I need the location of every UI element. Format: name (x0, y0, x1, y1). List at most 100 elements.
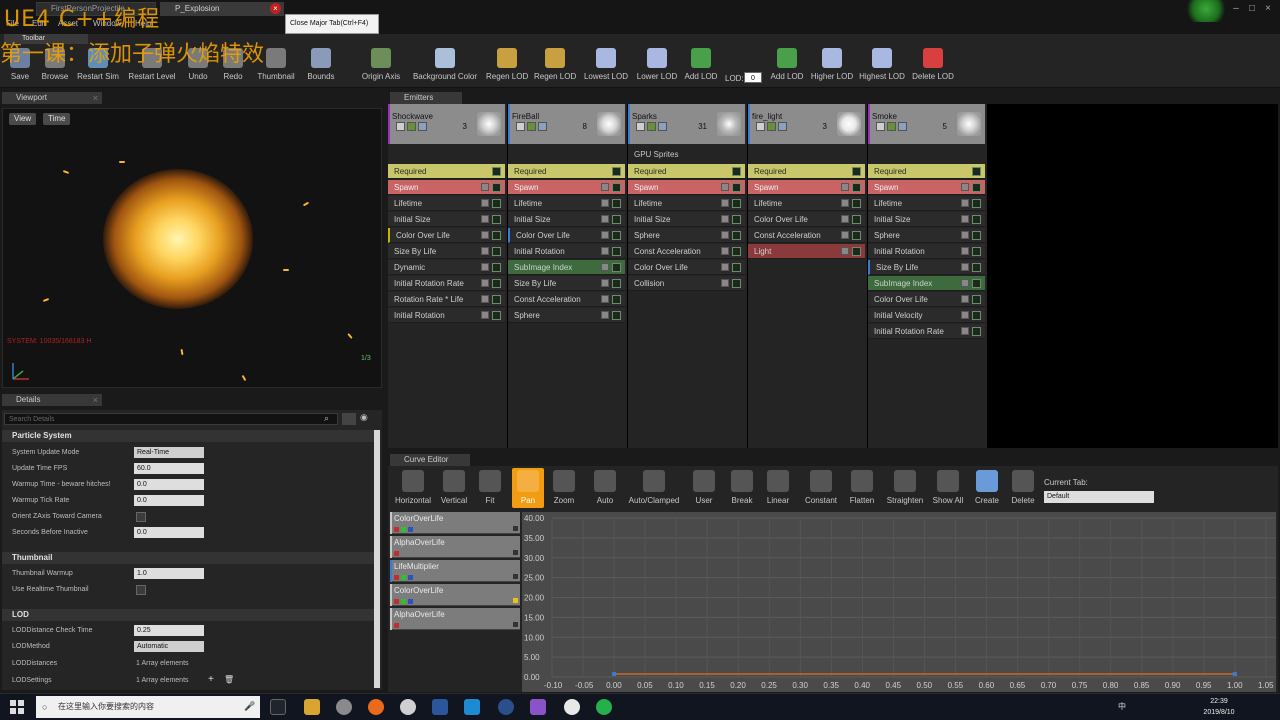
vertical-button[interactable]: Vertical (436, 468, 472, 508)
curve-toggle-icon[interactable] (852, 215, 861, 224)
current-tab-dropdown[interactable]: Default (1044, 491, 1154, 503)
curve-toggle-icon[interactable] (852, 247, 861, 256)
module-enable-checkbox[interactable] (601, 247, 609, 255)
curve-toggle-icon[interactable] (612, 215, 621, 224)
input-method-indicator[interactable]: 中 (1118, 701, 1126, 712)
curve-toggle-icon[interactable] (612, 167, 621, 176)
emitter-toggle-icon[interactable] (876, 122, 885, 131)
module-enable-checkbox[interactable] (601, 215, 609, 223)
curve-toggle-icon[interactable] (852, 167, 861, 176)
curve-toggle-icon[interactable] (732, 167, 741, 176)
emitter-module[interactable]: Initial Size (868, 212, 985, 227)
tab-details[interactable]: Details × (2, 394, 102, 406)
curve-graph[interactable]: 40.00 35.00 30.00 25.00 20.00 15.00 10.00 5.00 0… (522, 512, 1276, 692)
trash-icon[interactable]: 🗑 (224, 675, 234, 684)
emitter-module[interactable]: Const Acceleration (628, 244, 745, 259)
horizontal-button[interactable]: Horizontal (392, 468, 434, 508)
emitter-toggle-icon[interactable] (767, 122, 776, 131)
emitter-header[interactable]: Smoke 5 (868, 104, 985, 144)
emitter-module[interactable]: Lifetime (628, 196, 745, 211)
taskbar-search-input[interactable]: 在这里输入你要搜索的内容 (36, 696, 260, 718)
lod-field[interactable]: 0 (744, 72, 762, 83)
close-icon[interactable]: × (93, 92, 98, 104)
app-icon[interactable] (336, 699, 352, 715)
flatten-button[interactable]: Flatten (844, 468, 880, 508)
background-color-button[interactable]: Background Color (412, 46, 478, 86)
curve-toggle-icon[interactable] (972, 263, 981, 272)
emitter-module[interactable]: Initial Rotation (868, 244, 985, 259)
emitter-column[interactable]: Smoke 5 Required Spawn Lifetime Initial Size S… (868, 104, 987, 448)
curve-toggle-icon[interactable] (972, 167, 981, 176)
module-enable-checkbox[interactable] (961, 215, 969, 223)
module-enable-checkbox[interactable] (961, 199, 969, 207)
emitter-module[interactable]: Initial Size (508, 212, 625, 227)
app-icon[interactable] (464, 699, 480, 715)
close-window-icon[interactable]: × (1262, 3, 1274, 15)
emitter-module[interactable]: Lifetime (388, 196, 505, 211)
emitter-module[interactable]: Required (868, 164, 985, 179)
curve-visibility-toggle[interactable] (513, 526, 518, 531)
emitter-module[interactable]: Size By Life (388, 244, 505, 259)
curve-toggle-icon[interactable] (732, 279, 741, 288)
module-enable-checkbox[interactable] (601, 183, 609, 191)
emitter-toggle-icon[interactable] (756, 122, 765, 131)
emitter-module[interactable]: Lifetime (748, 196, 865, 211)
module-enable-checkbox[interactable] (601, 311, 609, 319)
emitter-module[interactable]: Collision (628, 276, 745, 291)
windows-start-icon[interactable] (10, 700, 24, 714)
thumbnail-warmup-field[interactable]: 1.0 (134, 568, 204, 579)
emitter-module[interactable]: Lifetime (508, 196, 625, 211)
unreal-engine-icon[interactable] (564, 699, 580, 715)
browser-icon[interactable] (368, 699, 384, 715)
emitter-module[interactable]: Color Over Life (508, 228, 625, 243)
module-enable-checkbox[interactable] (961, 327, 969, 335)
emitter-module[interactable]: Const Acceleration (748, 228, 865, 243)
time-button[interactable]: Time (43, 113, 71, 125)
emitter-toggle-icon[interactable] (516, 122, 525, 131)
curve-channel-swatch[interactable] (394, 575, 399, 580)
emitter-module[interactable]: Initial Velocity (868, 308, 985, 323)
create-button[interactable]: Create (972, 468, 1002, 508)
curve-toggle-icon[interactable] (492, 279, 501, 288)
emitter-module[interactable]: Color Over Life (628, 260, 745, 275)
module-enable-checkbox[interactable] (961, 231, 969, 239)
emitter-header[interactable]: fire_light 3 (748, 104, 865, 144)
module-enable-checkbox[interactable] (961, 311, 969, 319)
emitter-module[interactable]: Initial Size (628, 212, 745, 227)
curve-entry[interactable]: AlphaOverLife (390, 536, 520, 558)
wechat-icon[interactable] (596, 699, 612, 715)
add-lod-button[interactable]: Add LOD (768, 46, 806, 86)
tab-curve-editor[interactable]: Curve Editor (390, 454, 470, 466)
emitter-module[interactable]: Color Over Life (868, 292, 985, 307)
curve-entry[interactable]: AlphaOverLife (390, 608, 520, 630)
curve-channel-swatch[interactable] (408, 527, 413, 532)
emitter-module[interactable]: Color Over Life (748, 212, 865, 227)
module-enable-checkbox[interactable] (721, 183, 729, 191)
emitter-module[interactable]: Lifetime (868, 196, 985, 211)
module-enable-checkbox[interactable] (961, 263, 969, 271)
emitter-module[interactable]: Spawn (748, 180, 865, 195)
auto-button[interactable]: Auto (588, 468, 622, 508)
auto-clamped-button[interactable]: Auto/Clamped (624, 468, 684, 508)
tab-emitters[interactable]: Emitters (390, 92, 462, 104)
curve-toggle-icon[interactable] (612, 311, 621, 320)
file-explorer-icon[interactable] (304, 699, 320, 715)
module-enable-checkbox[interactable] (481, 247, 489, 255)
emitter-module[interactable]: Required (508, 164, 625, 179)
curve-toggle-icon[interactable] (612, 263, 621, 272)
module-enable-checkbox[interactable] (481, 263, 489, 271)
details-scrollbar[interactable] (374, 430, 380, 688)
pan-button[interactable]: Pan (512, 468, 544, 508)
emitter-module[interactable]: Const Acceleration (508, 292, 625, 307)
emitter-header[interactable]: Shockwave 3 (388, 104, 505, 144)
curve-visibility-toggle[interactable] (513, 574, 518, 579)
module-enable-checkbox[interactable] (601, 279, 609, 287)
microphone-icon[interactable]: 🎤 (244, 701, 255, 712)
emitter-toggle-icon[interactable] (527, 122, 536, 131)
minimize-icon[interactable]: – (1230, 3, 1242, 15)
emitter-module[interactable]: Spawn (868, 180, 985, 195)
bounds-button[interactable]: Bounds (304, 46, 338, 86)
curve-toggle-icon[interactable] (972, 279, 981, 288)
orient-zaxis-checkbox[interactable] (136, 512, 146, 522)
regen-lod-button[interactable]: Regen LOD (486, 46, 528, 86)
